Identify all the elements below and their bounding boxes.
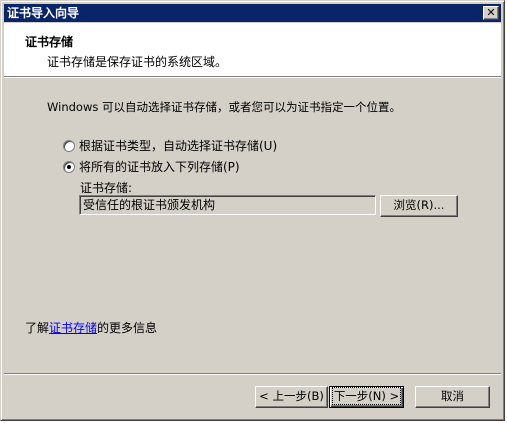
- header-divider: [4, 76, 501, 78]
- radio-auto-label: 根据证书类型，自动选择证书存储(U): [79, 139, 278, 153]
- learn-more-prefix: 了解: [25, 321, 50, 335]
- close-button[interactable]: ✕: [483, 6, 499, 20]
- title-bar[interactable]: 证书导入向导 ✕: [4, 4, 501, 22]
- learn-more-text: 了解证书存储的更多信息: [25, 319, 157, 336]
- radio-button-auto[interactable]: [63, 139, 75, 152]
- wizard-window: 证书导入向导 ✕ 证书存储 证书存储是保存证书的系统区域。 Windows 可以…: [0, 0, 505, 421]
- header-title: 证书存储: [25, 35, 74, 49]
- radio-place-all-label: 将所有的证书放入下列存储(P): [79, 160, 240, 174]
- next-button[interactable]: 下一步(N) >: [329, 386, 404, 408]
- intro-text: Windows 可以自动选择证书存储，或者您可以为证书指定一个位置。: [47, 100, 401, 114]
- back-button[interactable]: < 上一步(B): [255, 386, 328, 408]
- next-button-label: 下一步(N) >: [331, 387, 402, 405]
- learn-more-link[interactable]: 证书存储: [49, 321, 97, 335]
- browse-button[interactable]: 浏览(R)...: [380, 195, 458, 217]
- radio-place-all[interactable]: 将所有的证书放入下列存储(P): [63, 158, 240, 174]
- footer-divider: [4, 373, 501, 375]
- radio-button-place-all[interactable]: [63, 160, 75, 173]
- learn-more-suffix: 的更多信息: [97, 321, 158, 335]
- header-subtitle: 证书存储是保存证书的系统区域。: [47, 55, 228, 69]
- close-icon: ✕: [486, 6, 496, 19]
- cancel-button[interactable]: 取消: [415, 386, 490, 408]
- window-title: 证书导入向导: [7, 6, 80, 20]
- store-label: 证书存储:: [80, 181, 133, 195]
- radio-auto-select[interactable]: 根据证书类型，自动选择证书存储(U): [63, 137, 277, 153]
- wizard-header: 证书存储 证书存储是保存证书的系统区域。: [4, 23, 501, 76]
- store-field[interactable]: 受信任的根证书颁发机构: [79, 195, 376, 215]
